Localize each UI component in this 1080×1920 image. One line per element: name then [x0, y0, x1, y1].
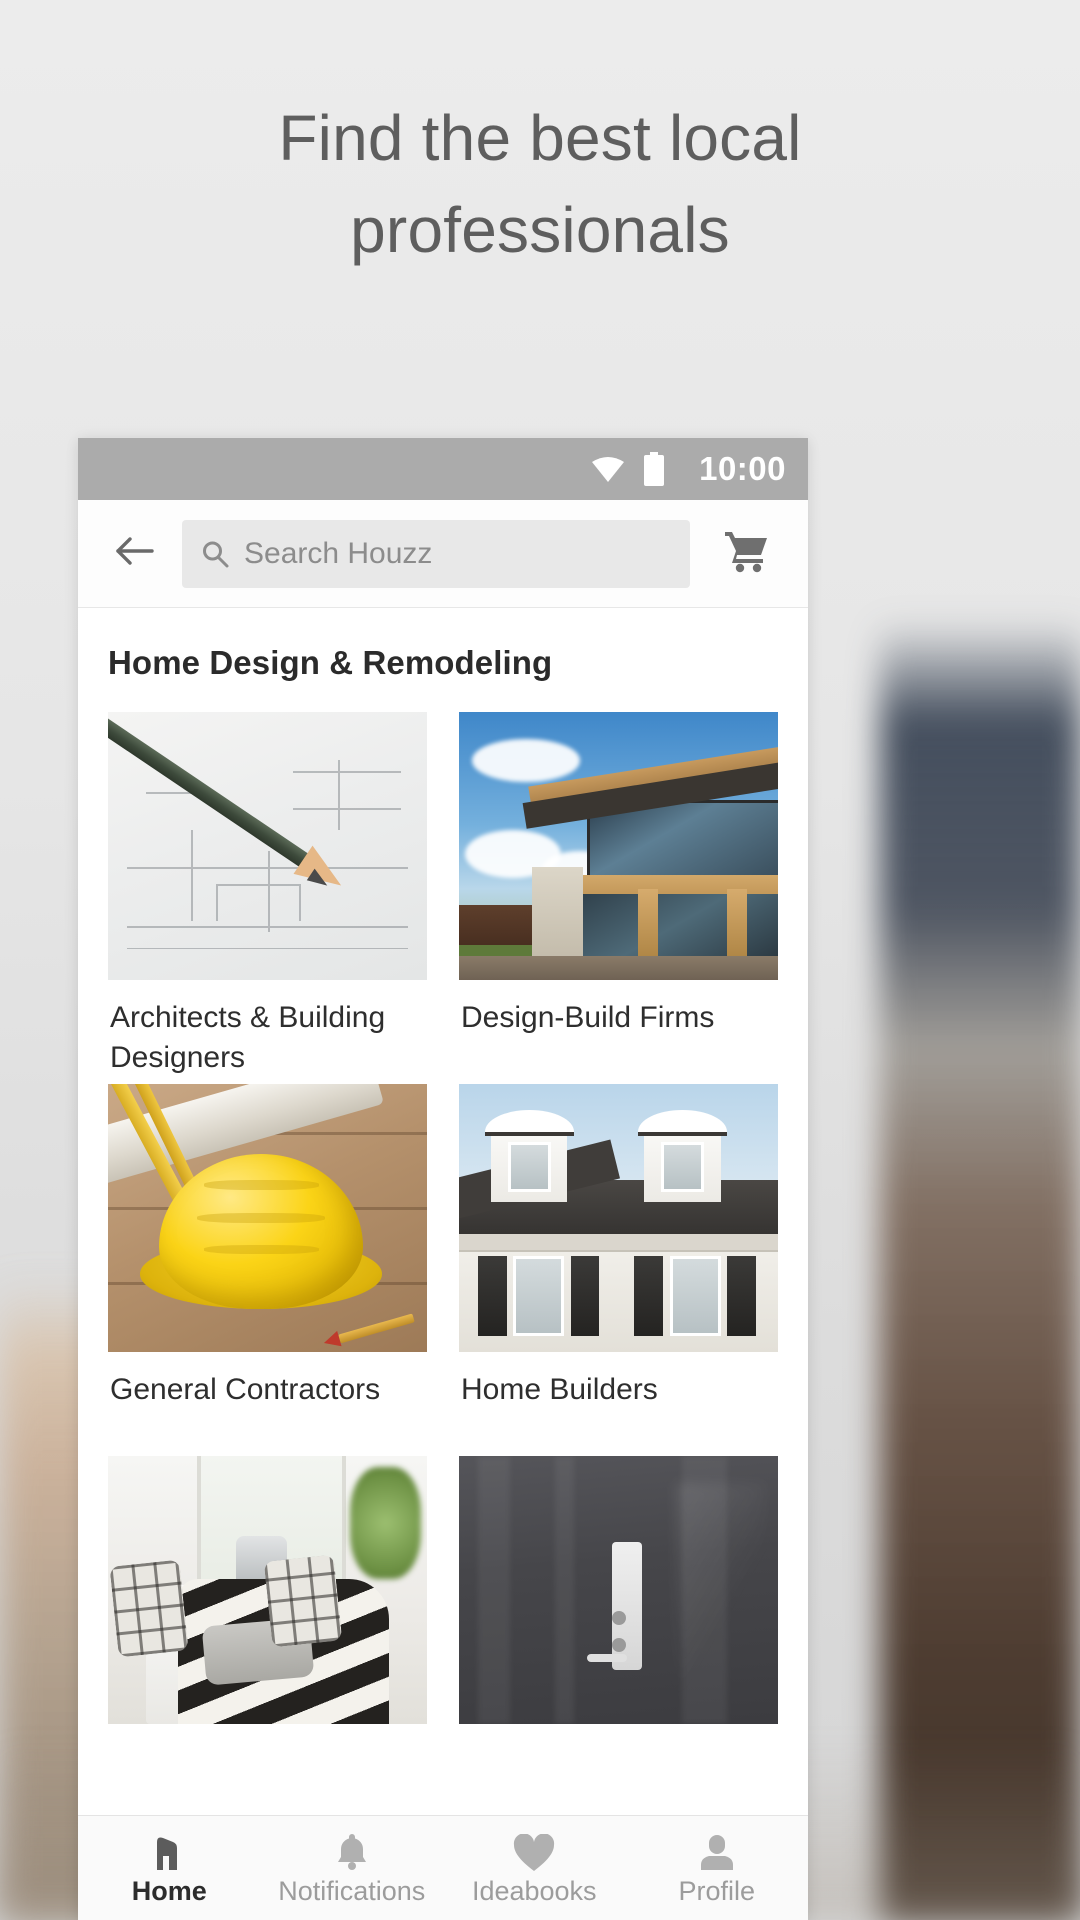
search-bar[interactable]: [182, 519, 690, 588]
foliage-shape: [350, 1466, 421, 1580]
nav-item-profile[interactable]: Profile: [626, 1816, 809, 1920]
house-icon: [149, 1832, 189, 1872]
colonial-house-image: [459, 1084, 778, 1352]
cornice: [459, 1234, 778, 1253]
heart-icon: [513, 1832, 555, 1872]
category-label: General Contractors: [110, 1373, 381, 1406]
nav-label: Home: [131, 1875, 207, 1906]
category-card-bathroom[interactable]: [459, 1456, 778, 1828]
dormer-left: [484, 1109, 574, 1202]
category-grid: Architects & Building Designers Design-B…: [78, 682, 808, 1828]
nav-label: Profile: [678, 1875, 756, 1906]
page-headline: Find the best local professionals: [278, 102, 802, 267]
category-label: Design-Build Firms: [461, 1001, 715, 1034]
category-card-architects[interactable]: Architects & Building Designers: [108, 712, 427, 1084]
wall-sheen: [675, 1482, 766, 1703]
modern-house-image: [459, 712, 778, 980]
nav-label: Notifications: [278, 1875, 426, 1906]
bottom-navigation-bar: Home Notifications Ideabooks Profile: [78, 1815, 808, 1920]
wifi-icon: [591, 455, 625, 483]
app-bar: [78, 500, 808, 608]
pencil-shape: [337, 1313, 415, 1344]
category-label: Home Builders: [461, 1373, 658, 1406]
category-label: [459, 1724, 778, 1828]
bell-icon: [333, 1832, 371, 1872]
living-room-image: [108, 1456, 427, 1724]
search-input[interactable]: [244, 536, 672, 571]
category-card-general-contractors[interactable]: General Contractors: [108, 1084, 427, 1456]
patio-shape: [459, 955, 778, 980]
dormer-right: [637, 1109, 727, 1202]
shopping-cart-icon: [723, 529, 771, 578]
status-bar: 10:00: [78, 438, 808, 500]
category-card-home-builders[interactable]: Home Builders: [459, 1084, 778, 1456]
spout-shape: [586, 1654, 627, 1663]
nav-item-notifications[interactable]: Notifications: [261, 1816, 444, 1920]
back-arrow-icon: [113, 533, 155, 574]
status-bar-time: 10:00: [699, 450, 786, 487]
category-label: Architects & Building Designers: [110, 1001, 386, 1074]
back-button[interactable]: [96, 516, 172, 592]
phone-screenshot-frame: 10:00 Search Houzz Home Design & Remodel…: [78, 438, 808, 1920]
status-bar-icons: 10:00: [591, 450, 786, 488]
battery-icon: [643, 452, 665, 486]
stone-wall-shape: [532, 867, 584, 964]
nav-item-home[interactable]: Home: [78, 1816, 261, 1920]
search-icon: [200, 539, 230, 569]
cart-button[interactable]: [712, 519, 782, 589]
dark-bathroom-image: [459, 1456, 778, 1724]
category-card-living-room[interactable]: [108, 1456, 427, 1828]
nav-item-ideabooks[interactable]: Ideabooks: [443, 1816, 626, 1920]
nav-label: Ideabooks: [471, 1875, 597, 1906]
section-title: Home Design & Remodeling: [108, 644, 553, 681]
blueprint-with-pencil-image: [108, 712, 427, 980]
hard-hat-image: [108, 1084, 427, 1352]
category-card-design-build-firms[interactable]: Design-Build Firms: [459, 712, 778, 1084]
background-blur-right: [880, 620, 1080, 1920]
category-label: [108, 1724, 427, 1828]
category-list-content[interactable]: Home Design & Remodeling Architects & Bu…: [78, 608, 808, 1920]
person-icon: [698, 1832, 736, 1872]
